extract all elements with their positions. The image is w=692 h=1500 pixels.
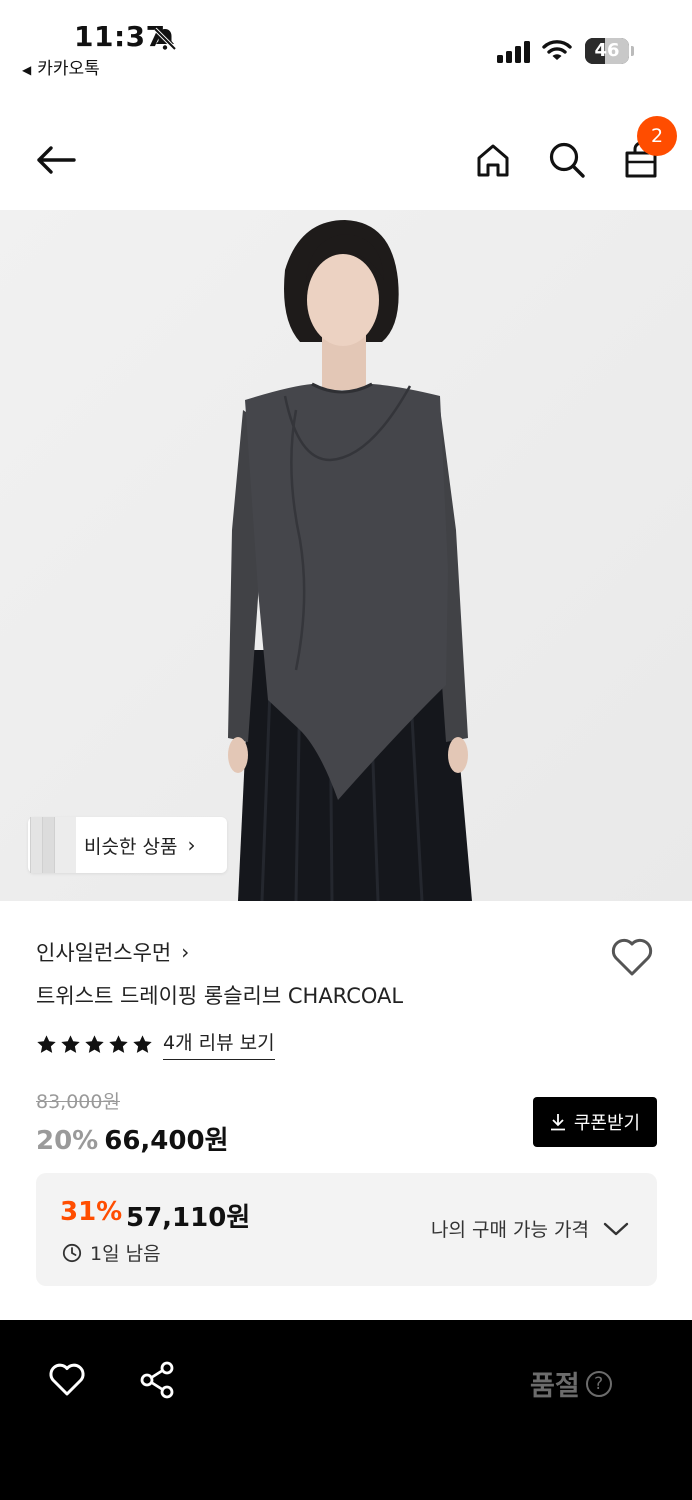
soldout-label: 품절 (530, 1371, 580, 1402)
back-app-label: 카카오톡 (37, 59, 100, 79)
discount-rate: 20% (36, 1126, 99, 1156)
star-icon (85, 1034, 104, 1053)
rating-row: 4개 리뷰 보기 (36, 1028, 275, 1060)
search-button[interactable] (543, 136, 591, 184)
review-link[interactable]: 4개 리뷰 보기 (163, 1028, 275, 1060)
cart-count-badge: 2 (637, 116, 677, 156)
my-price-value: 57,110원 (126, 1203, 251, 1233)
bell-muted-icon (153, 27, 177, 51)
heart-icon[interactable] (48, 1362, 86, 1398)
home-icon (477, 144, 509, 177)
search-icon (549, 142, 585, 178)
cellular-signal-icon (497, 41, 530, 63)
similar-thumbnails (28, 817, 76, 873)
share-icon[interactable] (138, 1360, 176, 1400)
brand-name: 인사일런스우먼 (36, 941, 172, 965)
heart-icon[interactable] (610, 936, 654, 978)
my-price-panel[interactable]: 31% 57,110원 1일 남음 나의 구매 가능 가격 (36, 1173, 657, 1286)
chevron-right-icon: › (181, 940, 190, 964)
time-remaining: 1일 남음 (62, 1239, 161, 1266)
sale-price: 66,400원 (104, 1126, 229, 1156)
my-discount-rate: 31% (60, 1197, 123, 1227)
home-button[interactable] (469, 136, 517, 184)
download-icon (550, 1114, 565, 1131)
star-icon (133, 1034, 152, 1053)
brand-link[interactable]: 인사일런스우먼 › (36, 937, 189, 967)
my-price-toggle[interactable]: 나의 구매 가능 가격 (431, 1215, 629, 1242)
similar-products-button[interactable]: 비슷한 상품 › (28, 817, 227, 873)
battery-level: 46 (594, 40, 620, 61)
back-button[interactable] (32, 136, 80, 184)
coupon-label: 쿠폰받기 (573, 1113, 641, 1134)
status-bar: 11:37 ◀ 카카오톡 46 (0, 0, 692, 80)
original-price: 83,000원 (36, 1091, 120, 1113)
time-remaining-label: 1일 남음 (90, 1243, 161, 1265)
top-navigation (0, 110, 692, 210)
rating-stars (36, 1034, 153, 1055)
chevron-down-icon (603, 1222, 629, 1235)
star-icon (61, 1034, 80, 1053)
similar-products-label: 비슷한 상품 (84, 835, 178, 858)
chevron-right-icon: › (187, 833, 196, 857)
model-photo-illustration (0, 210, 692, 901)
star-icon (37, 1034, 56, 1053)
back-triangle-icon: ◀ (22, 63, 32, 77)
back-to-app-link[interactable]: ◀ 카카오톡 (22, 54, 100, 79)
battery-indicator: 46 (585, 38, 635, 64)
help-icon[interactable]: ? (585, 1370, 612, 1397)
wifi-icon (542, 40, 572, 60)
clock-icon (62, 1243, 82, 1262)
my-price-toggle-label: 나의 구매 가능 가격 (431, 1219, 589, 1241)
star-icon (109, 1034, 128, 1053)
arrow-left-icon (37, 146, 76, 174)
coupon-download-button[interactable]: 쿠폰받기 (533, 1097, 657, 1147)
product-image[interactable] (0, 210, 692, 901)
product-title: 트위스트 드레이핑 롱슬리브 CHARCOAL (36, 984, 404, 1008)
price-row: 20% 66,400원 (36, 1120, 229, 1157)
bottom-action-bar: 품절 ? (0, 1320, 692, 1500)
soldout-status: 품절 ? (530, 1364, 612, 1403)
